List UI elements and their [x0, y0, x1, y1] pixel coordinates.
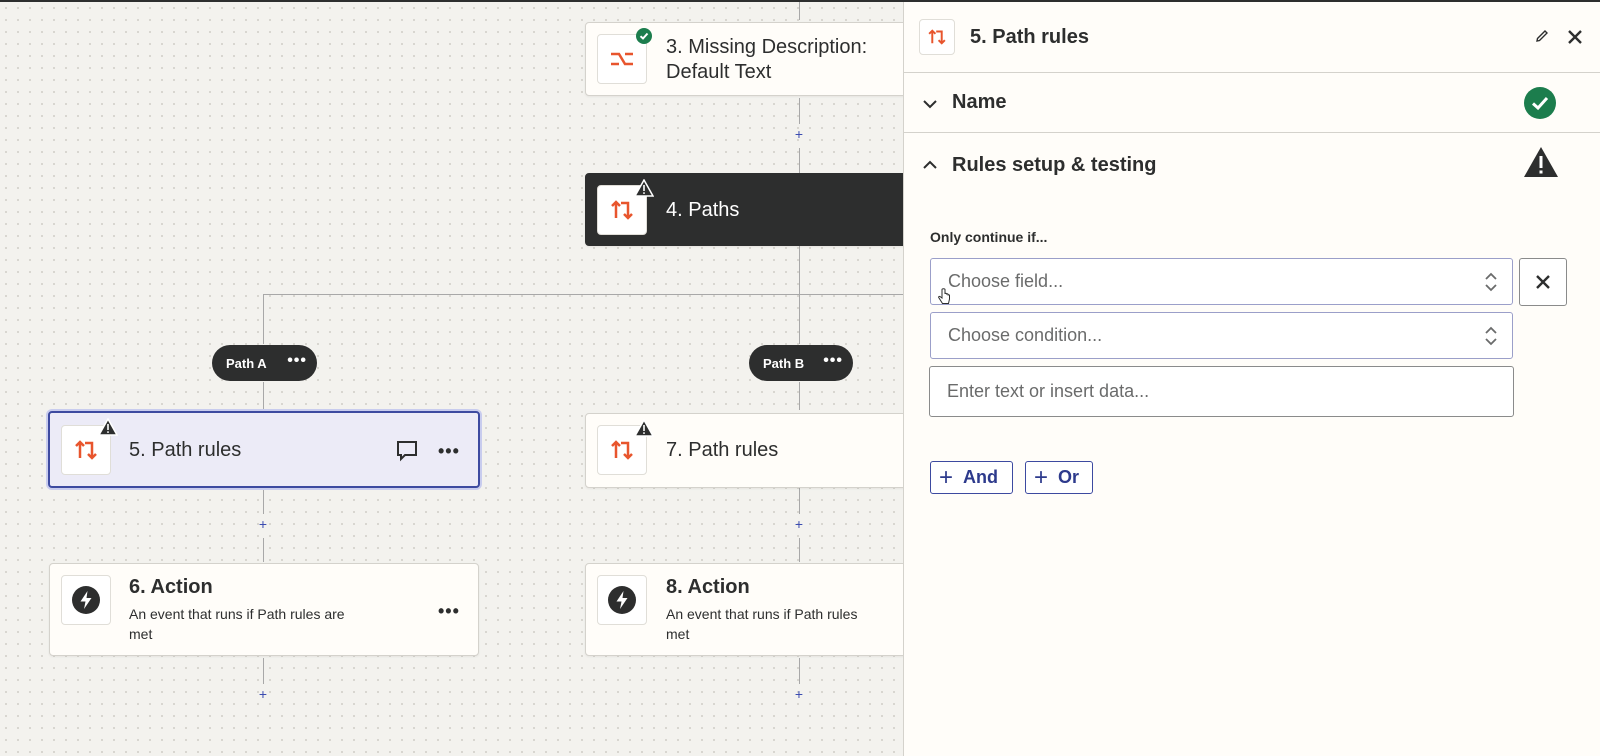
step-7-path-rules-node[interactable]: 7. Path rules	[585, 413, 903, 488]
path-a-name: Path A	[226, 355, 267, 371]
step-6-menu-icon[interactable]: •••	[438, 602, 460, 620]
warning-icon	[98, 418, 118, 436]
name-section[interactable]: Name	[904, 73, 1600, 133]
plus-icon: +	[1034, 463, 1049, 491]
step-5-menu-icon[interactable]: •••	[438, 442, 460, 460]
branch-connector	[263, 294, 903, 295]
connector	[263, 658, 264, 684]
connector	[799, 2, 800, 20]
workflow-canvas[interactable]: + + + + + 3. Missing Description: Defaul…	[0, 2, 903, 756]
step-8-title: 8. Action	[666, 576, 750, 598]
or-button-label: Or	[1058, 467, 1080, 487]
connector	[799, 98, 800, 124]
paths-icon	[919, 19, 955, 55]
add-step-button[interactable]: +	[793, 127, 805, 141]
or-button[interactable]: + Or	[1025, 461, 1093, 494]
step-3-title: 3. Missing Description:	[666, 36, 868, 58]
connector	[799, 488, 800, 514]
connector	[799, 538, 800, 562]
chevron-down-icon[interactable]	[922, 96, 938, 112]
edit-icon[interactable]	[1534, 28, 1550, 44]
step-5-title: 5. Path rules	[129, 439, 242, 461]
path-b-label[interactable]: Path B •••	[749, 345, 853, 381]
value-input-placeholder: Enter text or insert data...	[947, 381, 1150, 401]
action-icon	[61, 575, 111, 625]
chevron-up-icon[interactable]	[922, 157, 938, 173]
add-step-button[interactable]: +	[793, 687, 805, 701]
chevron-updown-icon	[1485, 326, 1497, 346]
step-3-node[interactable]: 3. Missing Description: Default Text	[585, 22, 903, 96]
path-a-menu-icon[interactable]: •••	[287, 353, 307, 369]
hand-cursor-icon	[938, 288, 950, 304]
connector	[799, 658, 800, 684]
rules-section-header[interactable]: Rules setup & testing	[904, 133, 1600, 198]
check-icon	[636, 28, 652, 44]
comment-icon[interactable]	[396, 440, 418, 462]
step-6-action-node[interactable]: 6. Action An event that runs if Path rul…	[49, 563, 479, 656]
plus-icon: +	[939, 463, 954, 491]
step-3-title-line2: Default Text	[666, 61, 772, 83]
connector	[263, 382, 264, 410]
step-5-path-rules-node[interactable]: 5. Path rules •••	[48, 411, 480, 488]
step-8-description-line2: met	[666, 626, 690, 642]
panel-header: 5. Path rules	[904, 2, 1600, 73]
warning-icon	[1524, 147, 1558, 177]
step-4-title: 4. Paths	[666, 199, 740, 221]
add-step-button[interactable]: +	[793, 517, 805, 531]
warning-icon	[634, 419, 654, 437]
step-6-description: An event that runs if Path rules are	[129, 606, 345, 622]
step-6-description-line2: met	[129, 626, 153, 642]
chevron-updown-icon	[1485, 272, 1497, 292]
rules-section-title: Rules setup & testing	[952, 154, 1157, 176]
add-step-button[interactable]: +	[257, 517, 269, 531]
step-7-title: 7. Path rules	[666, 439, 779, 461]
choose-condition-select[interactable]: Choose condition...	[930, 312, 1513, 359]
warning-icon	[634, 179, 654, 197]
remove-rule-button[interactable]	[1519, 258, 1567, 306]
rule-group-label: Only continue if...	[930, 229, 1048, 245]
connector	[799, 148, 800, 173]
add-step-button[interactable]: +	[257, 687, 269, 701]
connector	[263, 538, 264, 562]
connector	[799, 246, 800, 294]
panel-title: 5. Path rules	[970, 26, 1089, 48]
check-icon	[1524, 87, 1556, 119]
step-6-title: 6. Action	[129, 576, 213, 598]
and-button[interactable]: + And	[930, 461, 1013, 494]
name-section-title: Name	[952, 91, 1007, 113]
connector	[799, 382, 800, 410]
and-button-label: And	[963, 467, 999, 487]
path-b-name: Path B	[763, 355, 805, 371]
choose-field-select[interactable]: Choose field...	[930, 258, 1513, 305]
step-8-action-node[interactable]: 8. Action An event that runs if Path rul…	[585, 563, 903, 656]
step-editor-panel: 5. Path rules Name Rules setup & testing…	[903, 2, 1600, 756]
step-4-paths-node[interactable]: 4. Paths	[585, 173, 903, 246]
choose-field-placeholder: Choose field...	[948, 271, 1064, 291]
connector	[799, 294, 800, 344]
action-icon	[597, 575, 647, 625]
path-b-menu-icon[interactable]: •••	[823, 353, 843, 369]
close-icon	[1536, 275, 1550, 289]
step-8-description: An event that runs if Path rules	[666, 606, 858, 622]
choose-condition-placeholder: Choose condition...	[948, 325, 1103, 345]
connector	[263, 294, 264, 344]
connector	[263, 488, 264, 514]
path-a-label[interactable]: Path A •••	[212, 345, 317, 381]
close-icon[interactable]	[1566, 28, 1584, 46]
value-input[interactable]: Enter text or insert data...	[929, 366, 1514, 417]
